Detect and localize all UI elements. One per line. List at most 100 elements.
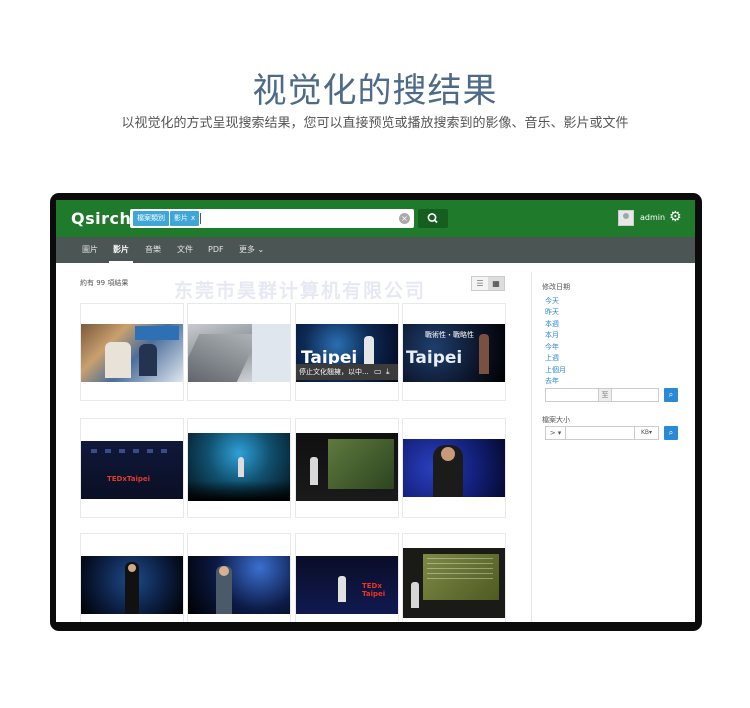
thumb-figure — [139, 344, 157, 376]
chevron-down-icon: ⌄ — [257, 245, 265, 254]
gear-icon[interactable]: ⚙ — [669, 209, 682, 225]
video-card[interactable]: 戰術性・戰略性 Taipei — [402, 303, 506, 401]
grid-view-icon[interactable]: ▦ — [488, 277, 504, 290]
video-card[interactable]: TEDxTaipei — [80, 418, 184, 518]
result-count: 約有 99 項結果 — [80, 279, 129, 287]
tab-documents[interactable]: 文件 — [173, 237, 197, 263]
hero-subtitle: 以视觉化的方式呈现搜索结果，您可以直接预览或播放搜索到的影像、音乐、影片或文件 — [121, 116, 629, 131]
thumb-lights — [91, 449, 171, 453]
list-view-icon[interactable]: ☰ — [472, 277, 488, 290]
date-link-last-week[interactable]: 上週 — [545, 353, 559, 363]
filter-chip-category[interactable]: 檔案類別 — [133, 211, 169, 226]
thumb-audience — [188, 481, 290, 501]
video-thumbnail — [81, 324, 183, 382]
view-toggle: ☰ ▦ — [471, 276, 505, 291]
category-tabs: 圖片 影片 音樂 文件 PDF 更多 ⌄ — [56, 237, 695, 263]
thumb-figure — [238, 457, 244, 477]
size-filter-title: 檔案大小 — [542, 416, 570, 424]
tab-more-label: 更多 — [239, 245, 255, 254]
tab-more[interactable]: 更多 ⌄ — [235, 237, 268, 263]
video-card[interactable]: TEDx Taipei — [295, 533, 399, 622]
tedx-logo: TEDxTaipei — [107, 475, 151, 483]
video-thumbnail: TEDx Taipei — [296, 556, 398, 614]
video-card[interactable] — [80, 303, 184, 401]
thumb-face — [128, 564, 136, 572]
thumb-figure — [411, 582, 419, 608]
thumb-caption: Taipei — [406, 348, 463, 368]
qsirch-logo[interactable]: Qsirch — [71, 209, 131, 228]
filter-chip-video[interactable]: 影片 x — [170, 211, 200, 226]
date-link-yesterday[interactable]: 昨天 — [545, 307, 559, 317]
video-card[interactable] — [295, 418, 399, 518]
thumb-screen — [328, 439, 394, 489]
thumb-panel — [135, 326, 179, 340]
date-link-last-year[interactable]: 去年 — [545, 376, 559, 386]
search-icon — [427, 213, 438, 224]
search-input[interactable]: 檔案類別 影片 x × — [130, 209, 414, 228]
thumb-face — [441, 447, 455, 461]
video-card[interactable]: Taipei 停止文化翹擁，以中... ▭ ⤓ — [295, 303, 399, 401]
video-card[interactable] — [187, 533, 291, 622]
thumb-face — [219, 566, 229, 576]
hero-title: 视觉化的搜结果 — [252, 71, 498, 111]
video-card[interactable] — [402, 533, 506, 622]
clear-search-icon[interactable]: × — [399, 213, 410, 224]
thumb-figure — [364, 336, 374, 366]
thumb-glass — [252, 324, 290, 382]
chip-close-icon[interactable]: x — [191, 214, 195, 222]
filter-chip-label: 影片 — [174, 214, 188, 222]
tab-music[interactable]: 音樂 — [141, 237, 165, 263]
tab-pdf[interactable]: PDF — [204, 237, 228, 263]
thumb-figure — [310, 457, 318, 485]
thumb-figure — [479, 334, 489, 374]
search-caret — [200, 213, 201, 224]
video-thumbnail — [188, 433, 290, 501]
tab-videos[interactable]: 影片 — [109, 237, 133, 263]
video-thumbnail: 戰術性・戰略性 Taipei — [403, 324, 505, 382]
company-watermark: 东莞市昊群计算机有限公司 — [174, 280, 427, 302]
video-card[interactable] — [187, 303, 291, 401]
video-thumbnail — [81, 556, 183, 614]
date-filter-title: 修改日期 — [542, 283, 570, 291]
date-range-search-button[interactable]: ⌕ — [664, 388, 678, 402]
search-icon: ⌕ — [668, 390, 674, 399]
size-filter-field[interactable]: > ▾ KB▾ — [545, 426, 659, 440]
thumb-figure — [338, 576, 346, 602]
video-thumbnail — [296, 433, 398, 501]
date-range-field[interactable]: 至 — [545, 388, 659, 402]
avatar[interactable] — [618, 210, 634, 226]
tab-images[interactable]: 圖片 — [78, 237, 102, 263]
search-icon: ⌕ — [668, 428, 674, 437]
size-operator-label: > — [549, 429, 556, 437]
user-name[interactable]: admin — [640, 213, 665, 222]
hover-preview-bar[interactable]: 停止文化翹擁，以中... ▭ ⤓ — [296, 364, 398, 380]
thumb-figure — [105, 342, 131, 378]
thumb-slide-lines — [427, 558, 493, 580]
video-thumbnail — [188, 556, 290, 614]
download-icon[interactable]: ⤓ — [386, 364, 390, 380]
size-search-button[interactable]: ⌕ — [664, 426, 678, 440]
app-screen: Qsirch 檔案類別 影片 x × admin ⚙ 圖片 影片 音樂 文件 PD… — [56, 200, 695, 622]
video-thumbnail: TEDxTaipei — [81, 441, 183, 499]
search-button[interactable] — [418, 209, 448, 228]
size-unit-select[interactable]: KB▾ — [634, 427, 658, 439]
date-link-this-year[interactable]: 今年 — [545, 342, 559, 352]
thumb-subtitle: 戰術性・戰略性 — [425, 331, 474, 339]
date-link-last-month[interactable]: 上個月 — [545, 365, 566, 375]
open-icon[interactable]: ▭ — [374, 364, 382, 380]
date-link-this-month[interactable]: 本月 — [545, 330, 559, 340]
video-thumbnail — [403, 548, 505, 618]
video-thumbnail — [188, 324, 290, 382]
thumb-escalator — [188, 334, 260, 382]
tedx-logo: TEDx Taipei — [362, 582, 386, 598]
size-unit-label: KB — [640, 429, 650, 436]
video-card[interactable] — [402, 418, 506, 518]
date-link-this-week[interactable]: 本週 — [545, 319, 559, 329]
hover-title: 停止文化翹擁，以中... — [299, 368, 369, 376]
video-thumbnail — [403, 439, 505, 497]
video-card[interactable] — [187, 418, 291, 518]
date-link-today[interactable]: 今天 — [545, 296, 559, 306]
date-range-separator: 至 — [598, 389, 612, 401]
size-operator-select[interactable]: > ▾ — [546, 427, 566, 439]
video-card[interactable] — [80, 533, 184, 622]
